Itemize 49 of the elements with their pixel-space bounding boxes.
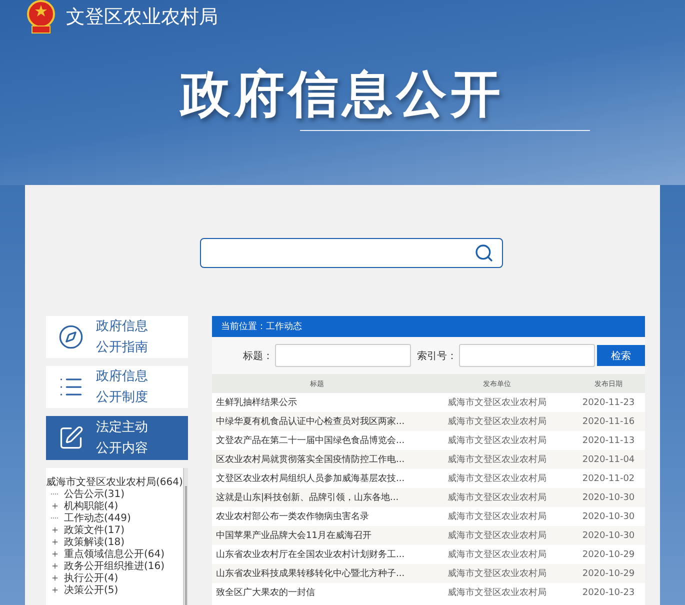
article-link[interactable]: 山东省农业科技成果转移转化中心暨北方种子... — [212, 564, 422, 583]
compass-icon — [58, 324, 84, 350]
tree-item[interactable]: 决策公开(5) — [64, 583, 118, 597]
breadcrumb: 当前位置：工作动态 — [212, 316, 645, 337]
title-label: 标题： — [243, 350, 273, 362]
table-cell: 威海市文登区农业农村局 — [422, 564, 572, 583]
page-title: 政府信息公开 — [180, 64, 504, 124]
search-icon[interactable] — [474, 243, 494, 263]
article-link[interactable]: 中国苹果产业品牌大会11月在威海召开 — [212, 526, 422, 545]
tree-item[interactable]: 机构职能(4) — [64, 499, 118, 513]
table-cell: 威海市文登区农业农村局 — [422, 488, 572, 507]
table-cell: 威海市文登区农业农村局 — [422, 450, 572, 469]
agency-name: 文登区农业农村局 — [66, 5, 218, 30]
tree-item[interactable]: 政务公开组织推进(16) — [64, 559, 165, 573]
tree-item[interactable]: 重点领域信息公开(64) — [64, 547, 165, 561]
tree-item[interactable]: 执行公开(4) — [64, 571, 118, 585]
tree-item[interactable]: 公告公示(31) — [64, 487, 125, 501]
expand-icon[interactable] — [51, 550, 59, 558]
table-cell: 2020-10-30 — [572, 526, 645, 545]
expand-icon[interactable] — [51, 562, 59, 570]
edit-icon — [58, 425, 84, 451]
expand-icon[interactable] — [51, 502, 59, 510]
sidebar-item[interactable]: 法定主动 公开内容 — [46, 416, 188, 460]
title-input[interactable] — [275, 344, 411, 367]
scrollbar[interactable] — [182, 468, 188, 605]
tree-item[interactable]: 威海市文登区农业农村局(664) — [46, 475, 183, 489]
expand-icon[interactable] — [51, 574, 59, 582]
table-cell: 威海市文登区农业农村局 — [422, 526, 572, 545]
tree-item[interactable]: 政策解读(18) — [64, 535, 125, 549]
tree-item[interactable]: 工作动态(449) — [64, 511, 131, 525]
expand-icon[interactable] — [51, 538, 59, 546]
emblem-icon — [26, 0, 56, 34]
article-link[interactable]: 区农业农村局就贯彻落实全国疫情防控工作电... — [212, 450, 422, 469]
expand-icon[interactable] — [51, 526, 59, 534]
sidebar-item[interactable]: 政府信息 公开制度 — [46, 366, 188, 408]
table-cell: 2020-11-04 — [572, 450, 645, 469]
article-link[interactable]: 这就是山东|科技创新、品牌引领，山东各地... — [212, 488, 422, 507]
tree-item[interactable]: 政策文件(17) — [64, 523, 125, 537]
table-cell: 2020-11-16 — [572, 412, 645, 431]
index-label: 索引号： — [417, 350, 457, 362]
sidebar-item[interactable]: 政府信息 公开指南 — [46, 316, 188, 358]
index-input[interactable] — [459, 344, 595, 367]
table-cell: 威海市文登区农业农村局 — [422, 412, 572, 431]
table-cell: 2020-10-29 — [572, 564, 645, 583]
search-button[interactable]: 检索 — [597, 345, 645, 366]
search-field[interactable] — [200, 238, 503, 268]
table-cell: 2020-10-30 — [572, 488, 645, 507]
article-link[interactable]: 中绿华夏有机食品认证中心检查员对我区两家... — [212, 412, 422, 431]
expand-icon[interactable] — [51, 586, 59, 594]
